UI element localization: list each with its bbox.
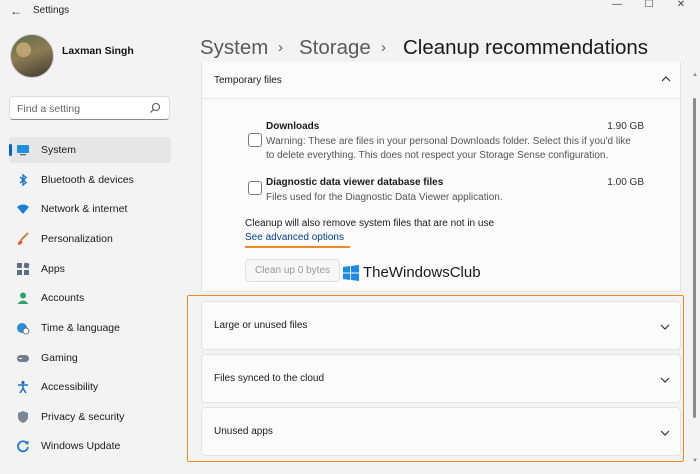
sidebar-item-system[interactable]: System [9,137,171,163]
unused-apps-section[interactable]: Unused apps [201,407,681,456]
minimize-button[interactable]: — [606,0,628,14]
title-bar: ← Settings — ☐ ✕ [0,0,700,22]
link-highlight-underline [245,246,350,248]
avatar[interactable] [10,34,54,78]
downloads-title: Downloads [266,121,320,132]
cleanup-button[interactable]: Clean up 0 bytes [245,259,340,282]
files-synced-cloud-section[interactable]: Files synced to the cloud [201,354,681,403]
sidebar-item-label: Bluetooth & devices [41,174,134,186]
windows-logo-icon [343,265,359,281]
search-input[interactable] [17,101,147,116]
accessibility-icon [18,380,28,394]
page-title: Cleanup recommendations [403,36,648,59]
chevron-down-icon[interactable] [659,374,671,386]
person-icon [17,292,29,304]
downloads-checkbox[interactable] [248,133,262,147]
sidebar-item-label: Network & internet [41,203,128,215]
section-label: Files synced to the cloud [214,373,325,384]
diagnostic-checkbox[interactable] [248,181,262,195]
cleanup-note: Cleanup will also remove system files th… [245,218,495,229]
monitor-icon [17,145,29,156]
sidebar-item-network[interactable]: Network & internet [9,196,171,222]
globe-clock-icon [17,323,30,335]
sidebar-item-label: Time & language [41,322,120,334]
gamepad-icon [17,355,29,362]
diagnostic-size: 1.00 GB [607,177,644,188]
see-advanced-options-link[interactable]: See advanced options [245,232,344,243]
sidebar-item-time-language[interactable]: Time & language [9,315,171,341]
sidebar-item-label: Accessibility [41,381,99,393]
large-unused-files-section[interactable]: Large or unused files [201,301,681,350]
bluetooth-icon [19,173,28,187]
section-title: Temporary files [214,75,282,86]
sidebar-item-label: System [41,144,77,156]
sidebar-item-accounts[interactable]: Accounts [9,285,171,311]
user-name: Laxman Singh [62,45,134,57]
sidebar-item-windows-update[interactable]: Windows Update [9,433,171,459]
brush-icon [18,232,29,245]
sidebar-item-label: Accounts [41,292,85,304]
sidebar-item-label: Gaming [41,352,78,364]
sidebar-item-accessibility[interactable]: Accessibility [9,374,171,400]
search-icon[interactable] [149,102,161,114]
close-button[interactable]: ✕ [670,0,692,14]
scroll-up-arrow-icon[interactable]: ▲ [692,72,698,78]
diagnostic-title: Diagnostic data viewer database files [266,177,444,188]
sidebar-item-privacy[interactable]: Privacy & security [9,404,171,430]
apps-icon [17,262,30,275]
chevron-down-icon[interactable] [659,321,671,333]
breadcrumb-storage[interactable]: Storage [299,36,371,60]
wifi-icon [17,204,29,214]
sidebar-item-apps[interactable]: Apps [9,256,171,282]
chevron-down-icon[interactable] [659,427,671,439]
sidebar-item-bluetooth[interactable]: Bluetooth & devices [9,167,171,193]
sidebar-item-label: Windows Update [41,440,121,452]
downloads-description: to delete everything. This does not resp… [266,150,609,161]
update-icon [17,440,29,453]
downloads-description: Warning: These are files in your persona… [266,136,631,147]
shield-icon [18,411,28,423]
scroll-down-arrow-icon[interactable]: ▼ [692,458,698,464]
sidebar-item-label: Personalization [41,233,113,245]
active-indicator [9,144,12,156]
maximize-button[interactable]: ☐ [638,0,660,14]
section-label: Unused apps [214,426,273,437]
watermark-text: TheWindowsClub [363,264,481,281]
downloads-size: 1.90 GB [607,121,644,132]
search-box[interactable] [9,96,170,120]
section-label: Large or unused files [214,320,308,331]
breadcrumb-system[interactable]: System [200,36,268,60]
divider [202,98,682,99]
sidebar-item-personalization[interactable]: Personalization [9,226,171,252]
breadcrumb-separator: › [278,39,283,56]
temporary-files-card: Temporary files Downloads 1.90 GB Warnin… [201,62,682,292]
sidebar-item-label: Apps [41,263,65,275]
chevron-up-icon[interactable] [660,73,672,85]
back-arrow-icon[interactable]: ← [10,4,22,18]
diagnostic-description: Files used for the Diagnostic Data Viewe… [266,192,503,203]
sidebar-item-label: Privacy & security [41,411,125,423]
breadcrumb-separator: › [381,39,386,56]
sidebar-item-gaming[interactable]: Gaming [9,345,171,371]
scrollbar-thumb[interactable] [693,98,696,418]
app-title: Settings [33,5,70,16]
